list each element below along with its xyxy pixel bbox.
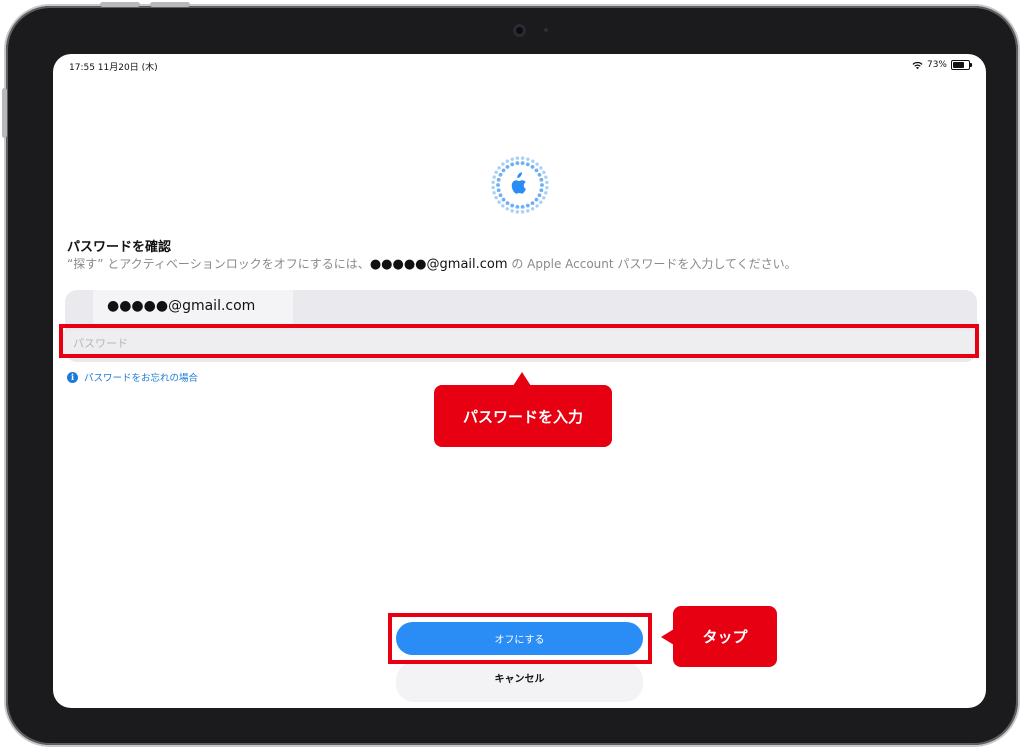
findmy-dot xyxy=(515,156,520,160)
findmy-dot xyxy=(496,188,501,193)
battery-icon xyxy=(951,60,972,70)
findmy-dot xyxy=(542,170,546,175)
findmy-dot xyxy=(505,164,510,169)
findmy-dot xyxy=(530,207,535,211)
findmy-dot xyxy=(544,191,548,195)
findmy-dot xyxy=(531,159,535,163)
findmy-dot xyxy=(539,200,543,204)
apple-findmy-icon xyxy=(490,155,550,215)
findmy-dot xyxy=(491,180,495,184)
findmy-dot xyxy=(520,161,525,166)
findmy-dot xyxy=(534,197,539,202)
findmy-dot xyxy=(492,191,496,195)
findmy-dot xyxy=(525,203,530,208)
findmy-dot xyxy=(521,156,525,160)
tap-callout-text: タップ xyxy=(702,628,748,646)
password-highlight-box xyxy=(59,324,979,358)
forgot-password-link[interactable]: i パスワードをお忘れの場合 xyxy=(67,370,198,384)
findmy-dot xyxy=(491,185,495,190)
findmy-dot xyxy=(494,170,498,174)
findmy-dot xyxy=(520,204,525,209)
findmy-dot xyxy=(497,166,501,170)
account-email: ●●●●●@gmail.com xyxy=(107,298,256,314)
ipad-frame: 17:55 11月20日 (木) 73% パスワードを確認 “探す” とアクティ… xyxy=(6,6,1018,745)
findmy-dot xyxy=(505,159,510,163)
findmy-dot xyxy=(525,162,530,167)
findmy-dot xyxy=(530,164,535,169)
findmy-dot xyxy=(505,201,510,206)
top-button xyxy=(150,2,190,7)
status-right: 73% xyxy=(912,60,972,70)
findmy-dot xyxy=(510,209,514,213)
findmy-dot xyxy=(544,175,548,179)
findmy-dot xyxy=(501,162,505,166)
findmy-dot xyxy=(520,210,525,214)
findmy-dot xyxy=(501,168,506,173)
findmy-dot xyxy=(498,172,503,177)
forgot-password-label: パスワードをお忘れの場合 xyxy=(84,373,199,384)
camera-sensor xyxy=(544,28,548,32)
findmy-dot xyxy=(539,177,544,182)
findmy-dot xyxy=(497,200,501,204)
findmy-dot xyxy=(537,193,542,198)
findmy-dot xyxy=(540,183,544,187)
findmy-dot xyxy=(526,157,530,161)
password-callout: パスワードを入力 xyxy=(434,372,612,447)
tap-callout: タップ xyxy=(661,606,777,667)
findmy-dot xyxy=(530,201,535,206)
findmy-dot xyxy=(526,209,530,213)
findmy-dot xyxy=(498,193,503,198)
findmy-dot xyxy=(539,166,543,170)
findmy-dot xyxy=(537,172,542,177)
findmy-dot xyxy=(501,197,506,202)
wifi-icon xyxy=(912,61,923,69)
instruction-email: ●●●●●@gmail.com xyxy=(369,257,508,272)
findmy-dot xyxy=(494,195,498,200)
status-bar: 17:55 11月20日 (木) 73% xyxy=(69,60,972,74)
instruction-suffix: の Apple Account パスワードを入力してください。 xyxy=(507,257,797,271)
battery-percent: 73% xyxy=(926,60,947,70)
findmy-dot xyxy=(535,162,539,166)
side-button xyxy=(2,88,7,138)
findmy-dot xyxy=(510,157,514,161)
password-callout-text: パスワードを入力 xyxy=(462,407,583,426)
cancel-button[interactable]: キャンセル xyxy=(396,670,643,688)
findmy-dot xyxy=(515,161,520,166)
findmy-dot xyxy=(515,204,520,209)
info-icon: i xyxy=(67,371,78,383)
instruction-prefix: “探す” とアクティベーションロックをオフにするには、 xyxy=(67,257,370,271)
findmy-dot xyxy=(545,186,549,190)
turn-off-highlight-box xyxy=(388,613,652,664)
findmy-dot xyxy=(515,210,519,214)
page-title: パスワードを確認 xyxy=(67,240,172,255)
findmy-dot xyxy=(510,203,515,208)
status-time-date: 17:55 11月20日 (木) xyxy=(69,63,158,73)
findmy-dot xyxy=(492,175,496,179)
front-camera xyxy=(513,24,526,37)
findmy-dot xyxy=(534,168,539,173)
findmy-dot xyxy=(542,196,546,200)
findmy-dot xyxy=(545,180,549,185)
findmy-dot xyxy=(496,177,501,182)
findmy-dot xyxy=(535,204,539,208)
instruction-text: “探す” とアクティベーションロックをオフにするには、●●●●●@gmail.c… xyxy=(67,255,797,272)
findmy-dot xyxy=(501,204,505,208)
screen: 17:55 11月20日 (木) 73% パスワードを確認 “探す” とアクティ… xyxy=(53,54,986,708)
findmy-dot xyxy=(505,207,509,211)
findmy-dot xyxy=(496,183,500,187)
top-button xyxy=(100,2,140,7)
findmy-dot xyxy=(539,188,544,193)
findmy-dot xyxy=(510,162,515,167)
